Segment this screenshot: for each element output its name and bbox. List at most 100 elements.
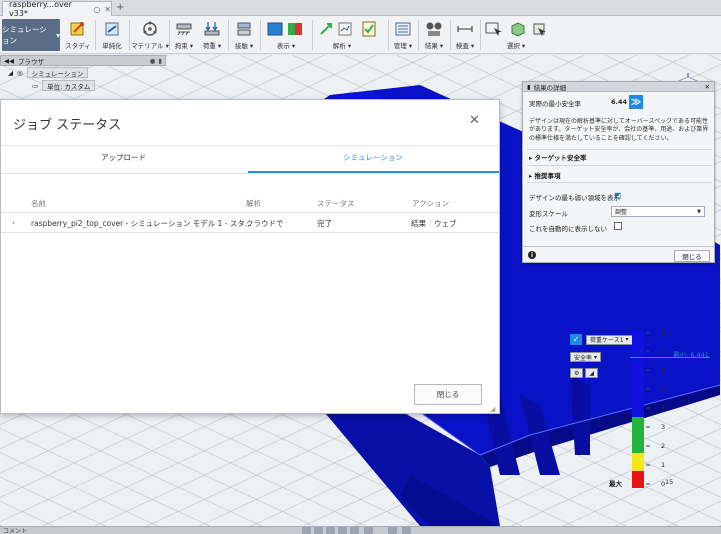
safety-factor-color-bar-low xyxy=(632,471,644,488)
comments-label: コメント xyxy=(3,528,28,534)
panel-toggle-icon[interactable]: ▮ xyxy=(158,57,162,65)
legend-tick-1: 1 xyxy=(661,461,666,469)
tree-expand-icon[interactable]: ◢ xyxy=(8,69,13,77)
divider xyxy=(527,165,712,166)
solve-icon xyxy=(317,20,383,38)
close-icon[interactable]: ✕ xyxy=(705,83,710,91)
toolbar-separator xyxy=(95,20,96,50)
deform-scale-select[interactable]: 調整 ▼ xyxy=(611,206,705,217)
workspace-switcher[interactable]: シミュレーション ▾ xyxy=(2,19,60,51)
legend-min-label: 最小: 6.441 xyxy=(673,351,709,359)
toolbar-results-button[interactable]: 結果 ▾ xyxy=(421,19,447,51)
legend-resize-button[interactable]: ◢ xyxy=(585,368,599,378)
browser-header[interactable]: ◀◀ ブラウザ ● ▮ xyxy=(0,55,166,66)
toolbar-select-button[interactable]: 選択 ▾ xyxy=(483,19,549,51)
toolbar-constraint-button[interactable]: 拘束 ▾ xyxy=(172,19,196,51)
legend-load-case-control[interactable]: ✓ 荷重ケース1 ▾ xyxy=(570,334,633,345)
divider xyxy=(527,182,712,183)
toolbar-manage-button[interactable]: 管理 ▾ xyxy=(391,19,415,51)
zoom-window-icon[interactable] xyxy=(350,527,359,534)
weak-area-icon[interactable]: ◩ xyxy=(614,191,622,200)
action-separator: | xyxy=(429,218,432,227)
job-status: 完了 xyxy=(317,219,332,228)
orbit-icon[interactable] xyxy=(302,527,311,534)
manage-icon xyxy=(394,20,412,38)
divider xyxy=(1,145,499,146)
dialog-close-button[interactable]: 閉じる xyxy=(414,384,482,405)
close-icon[interactable]: ✕ xyxy=(469,113,480,128)
legend-max-label: 最大 xyxy=(609,480,622,488)
min-safety-factor-value: 6.44 xyxy=(611,98,628,106)
toolbar-separator xyxy=(228,20,229,50)
job-web-link[interactable]: ウェブ xyxy=(434,218,457,229)
chevron-down-icon: ▼ xyxy=(697,208,701,215)
legend-ticks xyxy=(646,332,650,485)
toolbar-study-button[interactable]: スタディ xyxy=(64,19,92,51)
legend-tick-6: 6 xyxy=(661,366,666,374)
min-safety-factor-label: 実際の最小安全率 xyxy=(529,100,581,108)
toolbar-material-button[interactable]: マテリアル ▾ xyxy=(131,19,169,51)
results-close-button[interactable]: 閉じる xyxy=(674,250,710,262)
results-icon xyxy=(425,20,443,38)
results-description: デザインは現在の解析基準に対してオーバースペックである可能性があります。ターゲッ… xyxy=(529,118,709,142)
job-name: raspberry_pi2_top_cover - シミュレーション モデル 1… xyxy=(31,219,253,228)
browser-units-row[interactable]: ▭ 単位: カスタム xyxy=(0,79,166,92)
recommendations-expander[interactable]: ▸ 推奨事項 xyxy=(529,170,561,180)
resize-icon: ◢ xyxy=(589,369,595,377)
pan-icon[interactable] xyxy=(314,527,323,534)
tab-upload[interactable]: アップロード xyxy=(101,152,146,163)
tab-close-icon[interactable]: ✕ xyxy=(104,5,111,14)
display-icon xyxy=(266,20,306,38)
collapse-icon[interactable]: ▮ xyxy=(527,83,531,91)
toolbar-load-button[interactable]: 荷重 ▾ xyxy=(200,19,224,51)
fit-icon[interactable] xyxy=(338,527,347,534)
info-icon[interactable]: i xyxy=(528,251,536,259)
look-icon[interactable] xyxy=(364,527,373,534)
toolbar-display-button[interactable]: 表示 ▾ xyxy=(264,19,308,51)
tab-status-icon: ○ xyxy=(93,4,101,14)
legend-tick-7: 7 xyxy=(661,347,666,355)
collapse-icon[interactable]: ◀◀ xyxy=(4,57,14,65)
target-safety-factor-expander[interactable]: ▸ ターゲット安全率 xyxy=(529,152,587,162)
legend-settings-control[interactable]: ⚙ ◢ xyxy=(570,368,599,378)
divider xyxy=(527,149,712,150)
job-results-link[interactable]: 結果 xyxy=(411,218,426,229)
display-settings-icon[interactable] xyxy=(388,527,397,534)
contact-icon xyxy=(235,20,253,38)
tab-simulation[interactable]: シミュレーション xyxy=(343,152,403,163)
divider xyxy=(1,232,499,233)
dialog-title: ジョブ ステータス xyxy=(13,118,122,133)
safety-factor-color-bar xyxy=(632,331,644,471)
grid-icon[interactable] xyxy=(402,527,411,534)
zoom-icon[interactable] xyxy=(326,527,335,534)
pin-icon[interactable]: ● xyxy=(150,57,156,65)
resize-grip-icon[interactable]: ◢ xyxy=(490,405,495,413)
browser-panel: ◀◀ ブラウザ ● ▮ ◢ ◎ シミュレーション ▭ 単位: カスタム xyxy=(0,55,166,99)
eye-icon[interactable]: ◎ xyxy=(17,69,23,77)
document-tab[interactable]: raspberry...over v33* ○ ✕ xyxy=(2,0,112,18)
auto-show-checkbox[interactable] xyxy=(614,222,622,230)
legend-settings-button[interactable]: ⚙ xyxy=(570,368,584,378)
job-analysis: クラウドで xyxy=(246,219,284,228)
toolbar-inspect-button[interactable]: 検査 ▾ xyxy=(453,19,477,51)
load-arrow-icon xyxy=(203,20,221,38)
select-icon xyxy=(484,20,548,38)
toolbar-separator xyxy=(129,20,130,50)
chevron-right-icon[interactable]: › xyxy=(12,218,15,227)
deform-scale-label: 変形スケール xyxy=(529,210,568,218)
result-type-dropdown[interactable]: 安全率 ▾ xyxy=(570,352,602,362)
new-tab-plus-icon[interactable]: + xyxy=(116,2,124,13)
study-icon xyxy=(69,20,87,38)
load-case-dropdown[interactable]: 荷重ケース1 ▾ xyxy=(586,334,633,345)
legend-result-type-control[interactable]: 安全率 ▾ xyxy=(570,352,602,362)
job-status-dialog: ジョブ ステータス ✕ アップロード シミュレーション 名前 解析 ステータス … xyxy=(0,99,500,414)
toolbar-separator xyxy=(450,20,451,50)
document-icon: ▭ xyxy=(32,81,39,90)
toolbar-solve-button[interactable]: 解析 ▾ xyxy=(316,19,384,51)
browser-root-row[interactable]: ◢ ◎ シミュレーション xyxy=(0,66,166,79)
workspace-label: シミュレーション xyxy=(2,25,47,45)
toolbar-contact-button[interactable]: 接触 ▾ xyxy=(231,19,257,51)
results-panel-header: ▮ 結果の詳細 ✕ xyxy=(523,82,714,92)
simplify-icon xyxy=(103,20,121,38)
toolbar-simplify-button[interactable]: 単純化 xyxy=(98,19,126,51)
